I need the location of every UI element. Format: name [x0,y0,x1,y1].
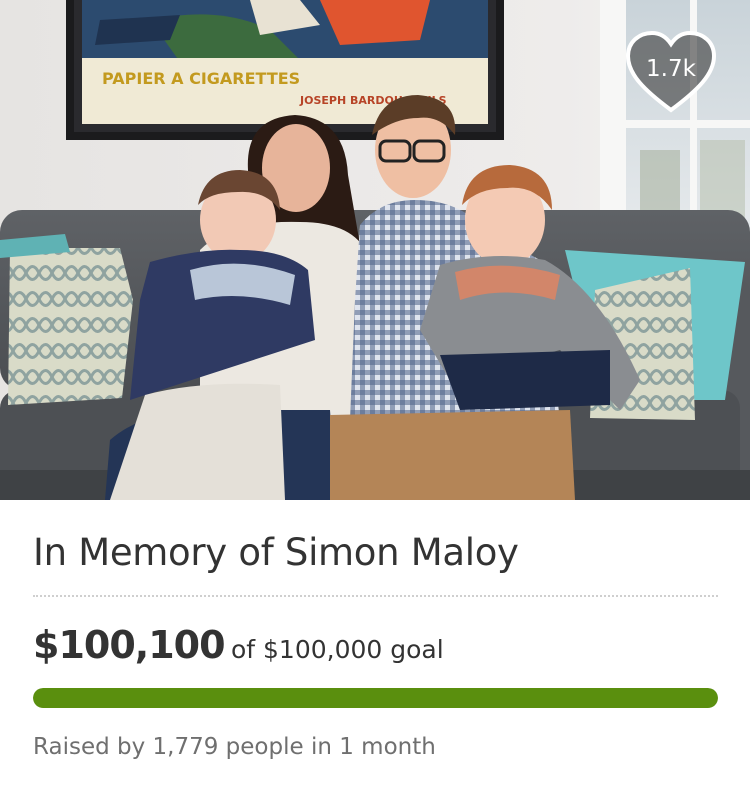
campaign-info-panel: In Memory of Simon Maloy $100,100 of $10… [0,500,750,797]
likes-count: 1.7k [646,56,696,82]
progress-bar [33,688,718,708]
like-button[interactable]: 1.7k [624,30,718,116]
funding-summary: $100,100 of $100,000 goal [33,623,444,667]
campaign-title[interactable]: In Memory of Simon Maloy [33,531,519,574]
campaign-hero-photo[interactable]: PAPIER A CIGARETTES JOSEPH BARDOU & FILS [0,0,750,500]
amount-raised: $100,100 [33,623,226,667]
poster-text-1: PAPIER A CIGARETTES [102,69,300,88]
raised-by-text: Raised by 1,779 people in 1 month [33,734,436,760]
divider [33,595,718,597]
goal-text: of $100,000 goal [230,635,444,664]
progress-fill [33,688,718,708]
